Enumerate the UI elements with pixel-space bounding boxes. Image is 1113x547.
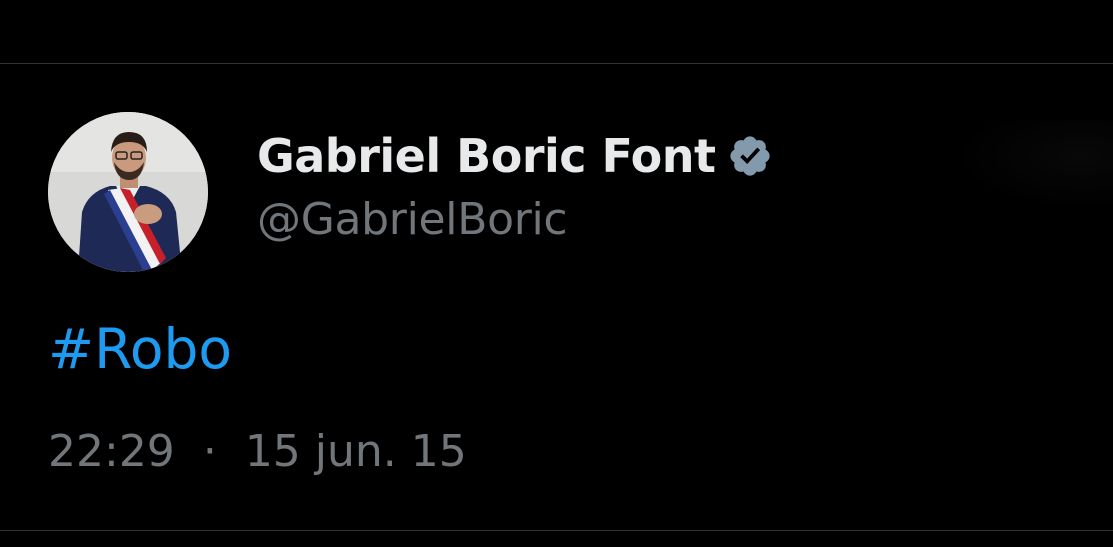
hashtag-link[interactable]: #Robo bbox=[48, 317, 232, 381]
tweet-text: #Robo bbox=[48, 314, 232, 384]
display-name[interactable]: Gabriel Boric Font bbox=[257, 126, 716, 186]
verified-badge-icon[interactable] bbox=[727, 133, 773, 179]
separator-dot: · bbox=[202, 426, 217, 477]
avatar[interactable] bbox=[48, 112, 208, 272]
avatar-image bbox=[48, 112, 208, 272]
tweet-timestamp: 22:29 · 15 jun. 15 bbox=[48, 422, 467, 482]
tweet-date[interactable]: 15 jun. 15 bbox=[245, 426, 467, 477]
top-divider bbox=[0, 63, 1113, 64]
author-name-row[interactable]: Gabriel Boric Font bbox=[257, 126, 773, 186]
bottom-divider bbox=[0, 530, 1113, 531]
tweet-time[interactable]: 22:29 bbox=[48, 426, 175, 477]
user-handle[interactable]: @GabrielBoric bbox=[257, 190, 568, 250]
background-shade bbox=[953, 120, 1113, 210]
